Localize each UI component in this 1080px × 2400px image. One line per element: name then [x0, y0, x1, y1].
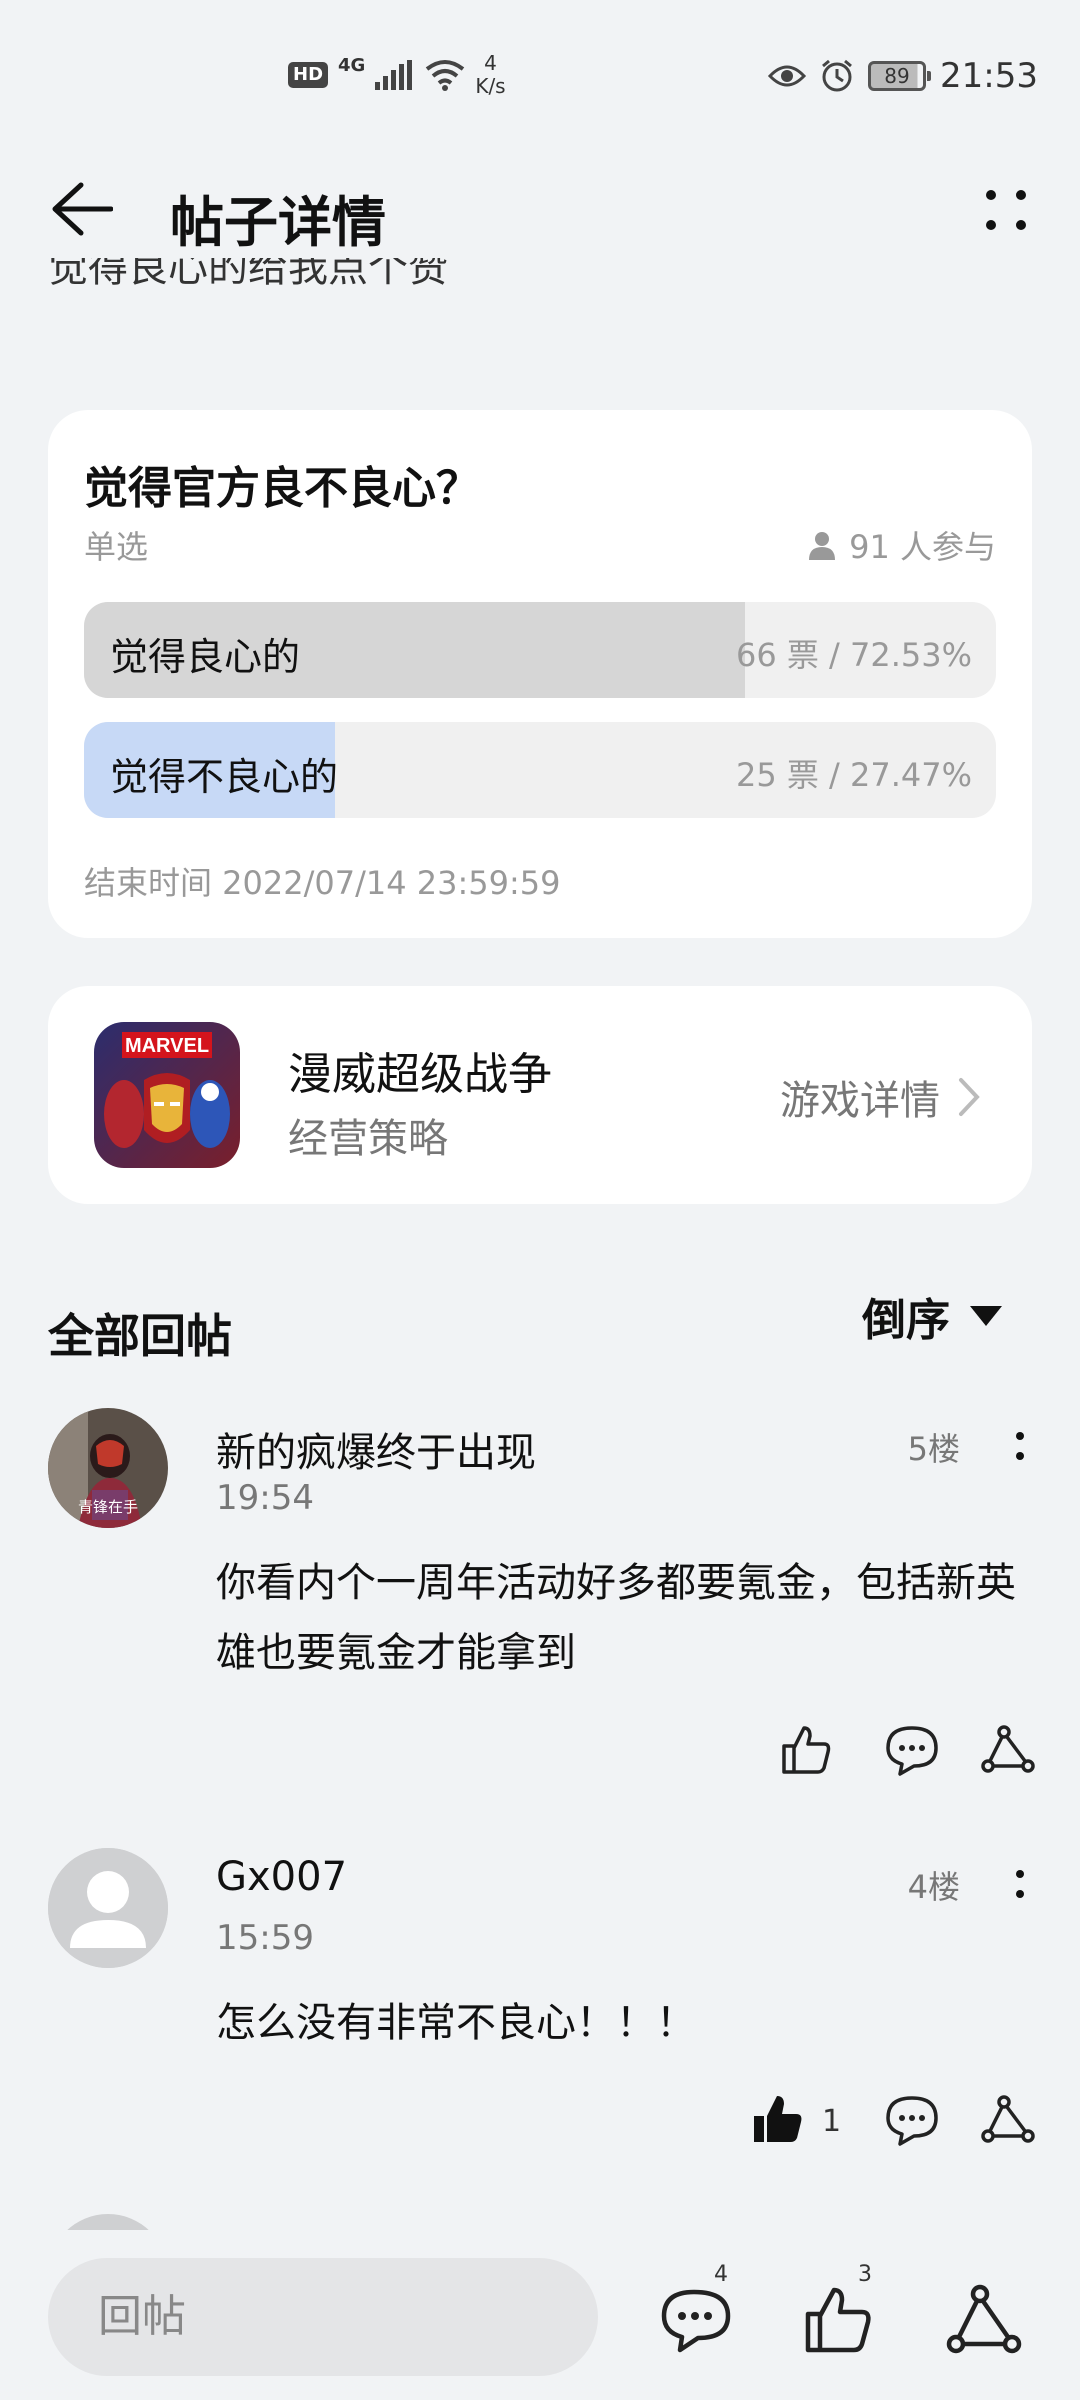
reply-floor: 4楼 — [907, 1868, 960, 1906]
page-title: 帖子详情 — [170, 191, 386, 254]
comments-button[interactable]: 4 — [658, 2262, 734, 2358]
person-icon — [809, 532, 836, 560]
poll-participants: 91 人参与 — [807, 522, 996, 568]
post-content-clipped: 觉得良心的给我点个赞 — [48, 258, 448, 291]
speed-value: 4 — [484, 51, 497, 75]
speed-unit: K/s — [475, 74, 506, 98]
like-button[interactable] — [750, 2092, 806, 2148]
status-left: HD 4G 4 K/s — [288, 52, 506, 98]
network-type: 4G — [338, 54, 366, 76]
game-genre: 经营策略 — [288, 1116, 448, 1162]
reply-input[interactable]: 回帖 — [48, 2258, 598, 2376]
comment-icon — [661, 2289, 731, 2353]
avatar-caption: 青锋在手 — [78, 1498, 138, 1516]
share-icon — [981, 2095, 1035, 2143]
sort-order-label: 倒序 — [862, 1295, 950, 1346]
like-count-badge: 3 — [858, 2262, 872, 2287]
poll-option-label: 觉得良心的 — [110, 635, 301, 679]
share-post-button[interactable] — [946, 2282, 1022, 2358]
marvel-logo-text: MARVEL — [125, 1035, 209, 1057]
share-icon — [981, 1725, 1035, 1773]
reply-username[interactable]: Gx007 — [216, 1854, 347, 1900]
avatar[interactable] — [48, 1848, 168, 1968]
poll-end-time: 结束时间 2022/07/14 23:59:59 — [84, 864, 561, 902]
back-button[interactable] — [44, 174, 120, 244]
game-name: 漫威超级战争 — [288, 1049, 552, 1100]
poll-option[interactable]: 觉得不良心的 25 票 / 27.47% — [84, 722, 996, 818]
status-right: 89 21:53 — [768, 56, 1038, 96]
game-detail-label: 游戏详情 — [780, 1078, 940, 1124]
game-icon: MARVEL — [94, 1022, 240, 1168]
status-bar: HD 4G 4 K/s 89 21:53 — [0, 0, 1080, 150]
alarm-icon — [822, 59, 852, 92]
thumbs-up-filled-icon — [754, 2096, 802, 2142]
avatar[interactable]: 青锋在手 — [48, 1408, 168, 1528]
signal-icon — [375, 60, 413, 90]
sort-order-button[interactable]: 倒序 — [862, 1284, 1002, 1348]
like-count: 1 — [822, 2104, 842, 2139]
reply-body: 怎么没有非常不良心！！！ — [216, 2000, 696, 2046]
caret-down-icon — [970, 1306, 1002, 1326]
reply-body: 你看内个一周年活动好多都要氪金，包括新英雄也要氪金才能拿到 — [216, 1560, 1016, 1676]
more-vertical-icon — [1016, 1432, 1024, 1460]
reply-time: 19:54 — [216, 1478, 314, 1518]
poll-option-label: 觉得不良心的 — [110, 755, 339, 799]
poll-type: 单选 — [84, 528, 149, 566]
app-header: 帖子详情 — [0, 150, 1080, 270]
reply-floor: 5楼 — [907, 1430, 960, 1468]
hd-icon: HD — [288, 62, 329, 88]
game-card[interactable]: MARVEL 漫威超级战争 经营策略 游戏详情 — [48, 986, 1032, 1204]
comment-icon — [886, 1726, 938, 1776]
comment-button[interactable] — [884, 1722, 940, 1778]
wifi-icon — [426, 60, 465, 91]
share-button[interactable] — [980, 1722, 1036, 1778]
back-arrow-icon — [52, 182, 113, 236]
share-button[interactable] — [980, 2092, 1036, 2148]
share-icon — [946, 2284, 1022, 2354]
poll-question: 觉得官方良不良心？ — [84, 463, 480, 514]
comment-button[interactable] — [884, 2092, 940, 2148]
reply-username[interactable]: 新的疯爆终于出现 — [216, 1420, 536, 1478]
poll-card: 觉得官方良不良心？ 单选 91 人参与 觉得良心的 66 票 / 72.53% … — [48, 410, 1032, 938]
bottom-bar: 回帖 4 3 — [0, 2230, 1080, 2400]
poll-option-result: 25 票 / 27.47% — [735, 756, 972, 794]
replies-title: 全部回帖 — [48, 1309, 232, 1363]
like-button[interactable] — [778, 1722, 834, 1778]
clock: 21:53 — [940, 56, 1038, 96]
participants-count: 91 人参与 — [849, 528, 996, 566]
network-speed: 4 K/s — [475, 52, 505, 98]
thumbs-up-icon — [805, 2287, 871, 2353]
reply-time: 15:59 — [216, 1918, 314, 1958]
reply-more-button[interactable] — [1008, 1864, 1032, 1924]
comment-count-badge: 4 — [714, 2262, 728, 2287]
more-vertical-icon — [1016, 1870, 1024, 1898]
battery-icon: 89 — [868, 61, 932, 91]
game-detail-link[interactable]: 游戏详情 — [780, 1068, 980, 1126]
eye-icon — [768, 65, 807, 87]
poll-option[interactable]: 觉得良心的 66 票 / 72.53% — [84, 602, 996, 698]
default-avatar-icon — [48, 1848, 168, 1968]
reply-more-button[interactable] — [1008, 1426, 1032, 1486]
thumbs-up-icon — [782, 1726, 831, 1774]
poll-option-result: 66 票 / 72.53% — [735, 636, 972, 674]
more-options-button[interactable] — [968, 172, 1044, 248]
comment-icon — [886, 2096, 938, 2146]
like-post-button[interactable]: 3 — [800, 2262, 876, 2358]
chevron-right-icon — [959, 1078, 980, 1116]
